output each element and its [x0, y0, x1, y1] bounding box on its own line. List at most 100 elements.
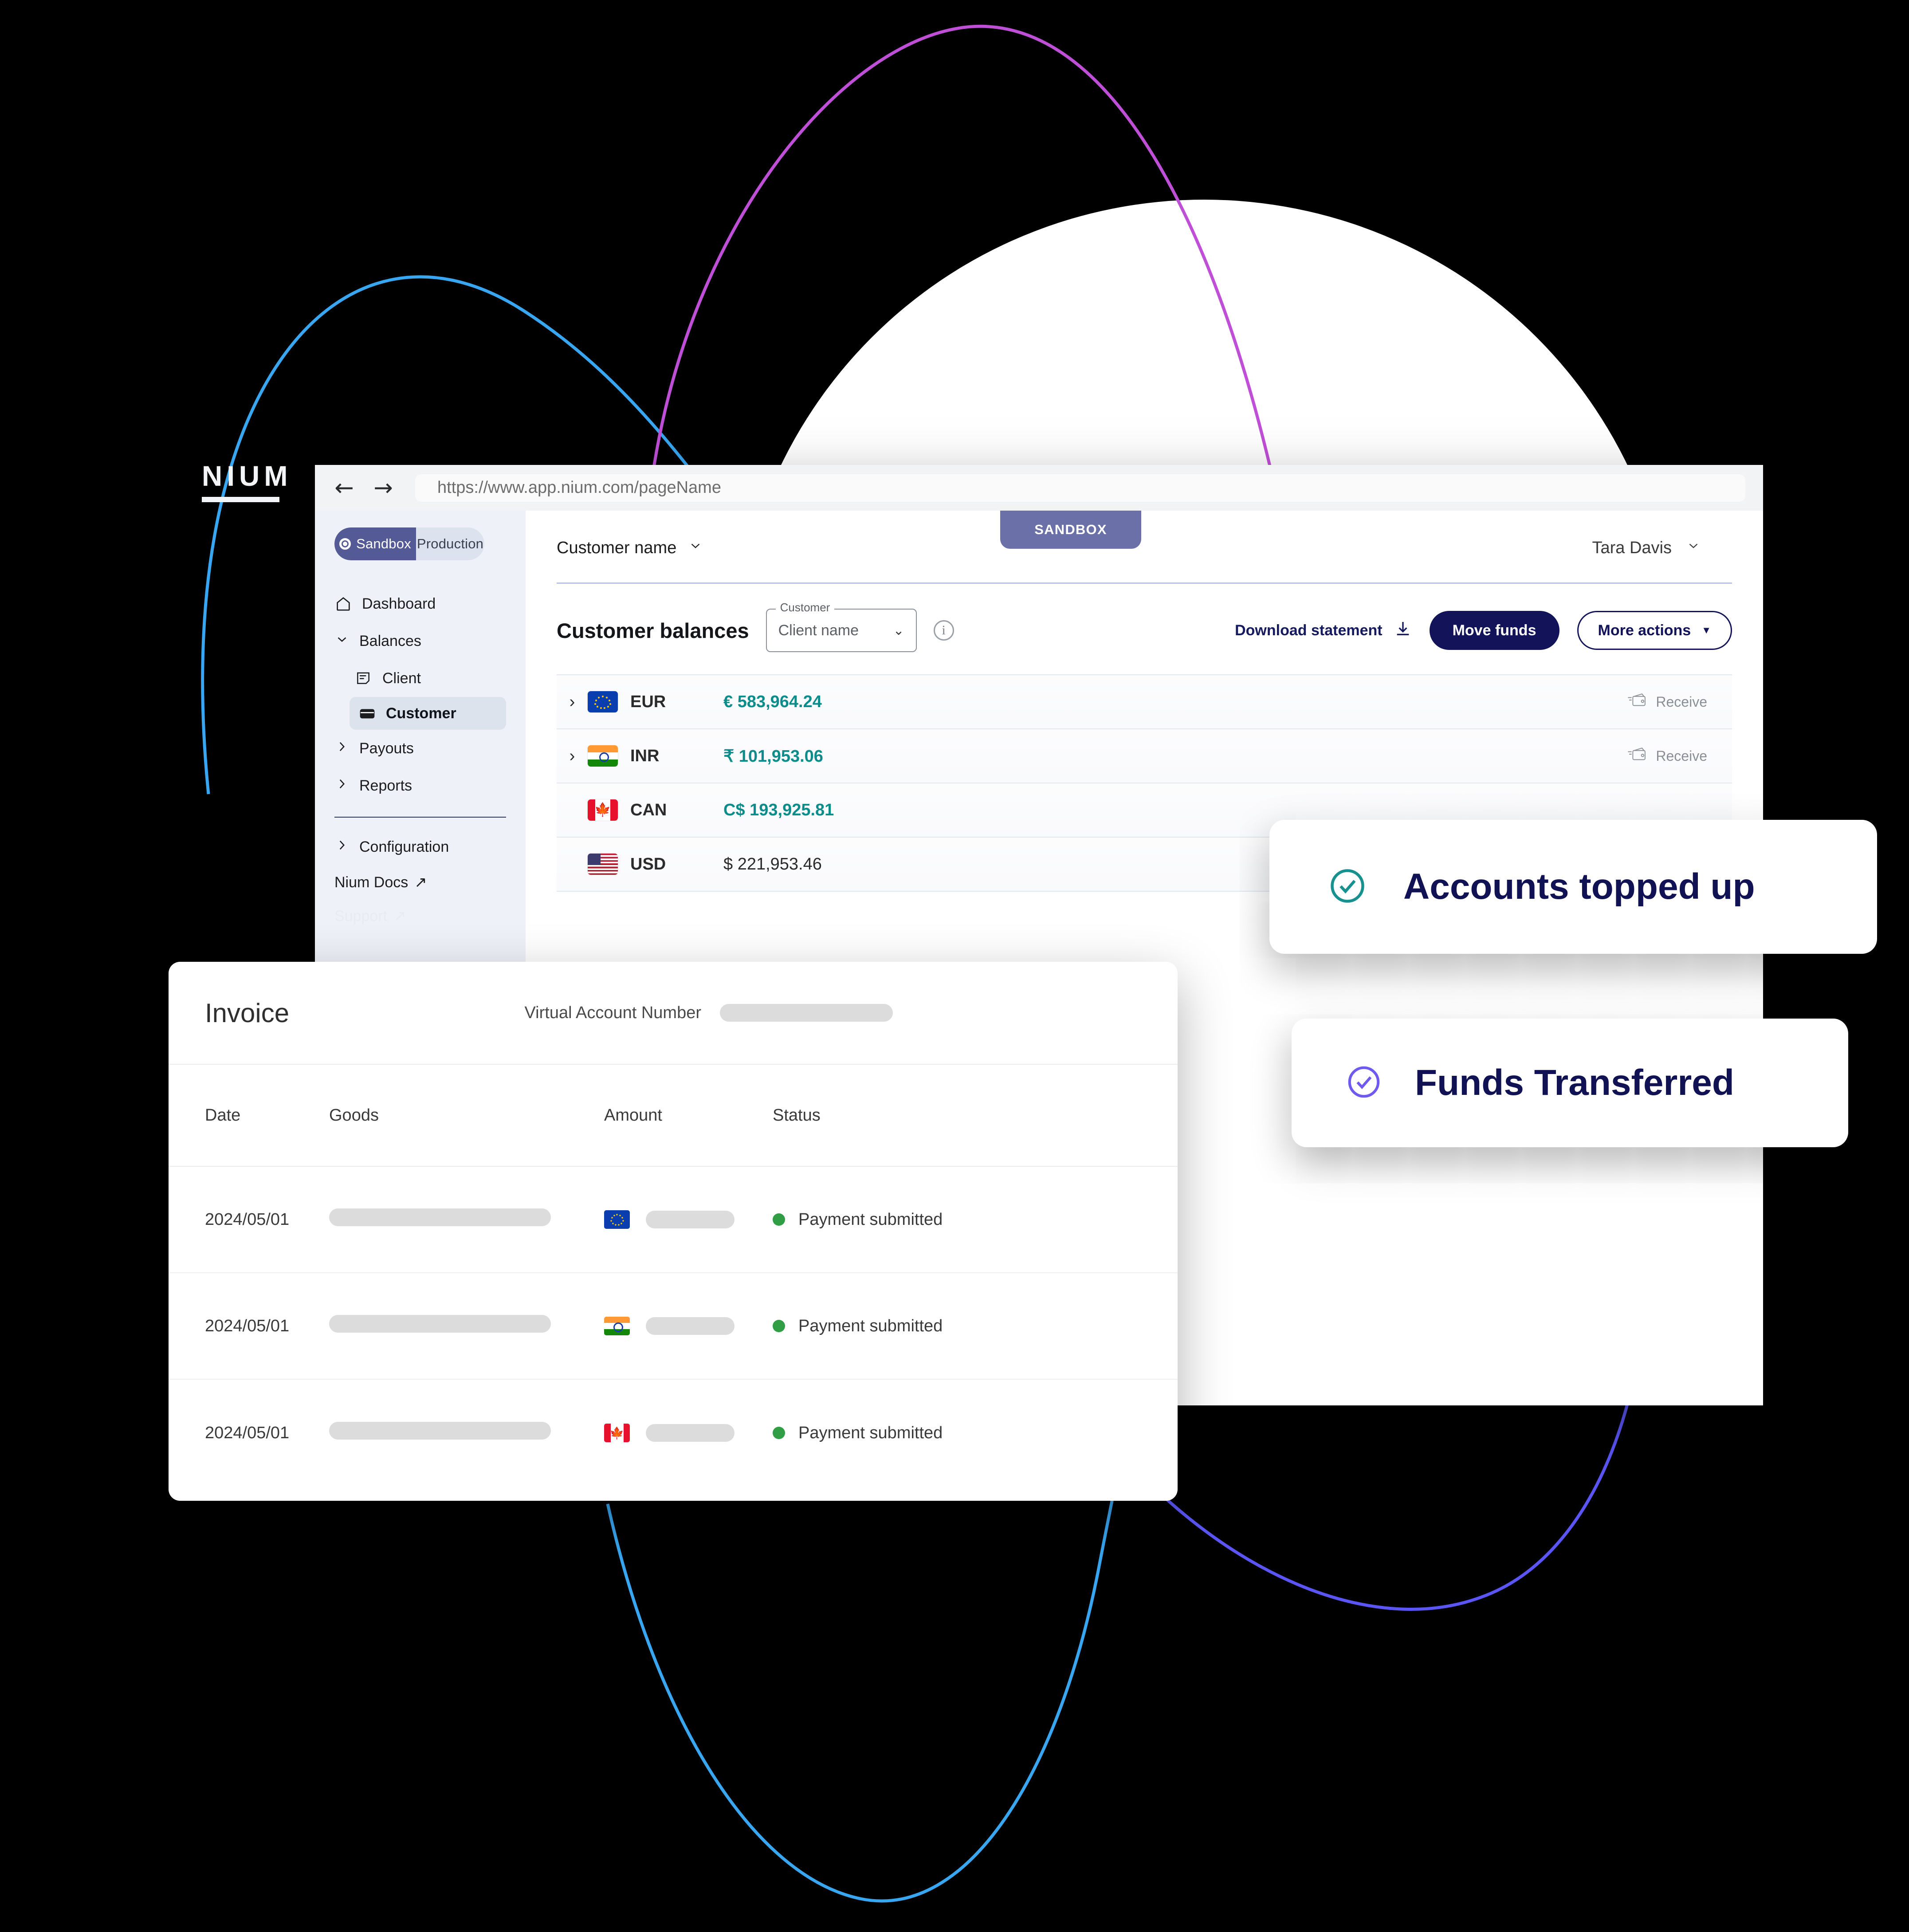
- sidebar-item-payouts[interactable]: Payouts: [315, 730, 526, 767]
- invoice-title: Invoice: [205, 998, 290, 1028]
- nium-watermark: NIUM: [202, 460, 292, 502]
- more-actions-button[interactable]: More actions ▼: [1577, 611, 1732, 650]
- customer-select-legend: Customer: [775, 601, 835, 614]
- customer-name-dropdown[interactable]: Customer name: [557, 538, 703, 558]
- env-production-label: Production: [416, 536, 484, 551]
- sidebar-link-nium-docs[interactable]: Nium Docs ↗: [315, 866, 526, 899]
- sidebar-link-label: Support: [334, 907, 388, 925]
- url-bar[interactable]: https://www.app.nium.com/pageName: [415, 474, 1745, 502]
- eu-flag-icon: [588, 691, 618, 712]
- sidebar-item-configuration[interactable]: Configuration: [315, 828, 526, 866]
- nium-watermark-bar: [202, 497, 280, 502]
- expand-row-icon[interactable]: ›: [557, 693, 588, 712]
- sidebar-link-support[interactable]: Support ↗: [315, 899, 526, 933]
- home-icon: [334, 595, 352, 613]
- chevron-down-icon: [334, 632, 350, 651]
- sidebar-item-balances[interactable]: Balances: [315, 622, 526, 660]
- table-row[interactable]: › INR ₹ 101,953.06 Receive: [557, 729, 1732, 783]
- in-flag-icon: [588, 745, 618, 767]
- balances-actions: Download statement Move funds More actio…: [1235, 611, 1732, 650]
- table-row[interactable]: 2024/05/01 Payment submitted: [169, 1273, 1178, 1380]
- customer-select[interactable]: Customer Client name ⌄: [766, 601, 917, 652]
- table-row[interactable]: 2024/05/01 🍁 Payment submitted: [169, 1380, 1178, 1486]
- chevron-right-icon: [334, 838, 350, 857]
- table-row[interactable]: › EUR € 583,964.24 Receive: [557, 675, 1732, 729]
- virtual-account-number-label: Virtual Account Number: [524, 1003, 702, 1022]
- balance-amount: ₹ 101,953.06: [723, 747, 823, 766]
- receive-button[interactable]: Receive: [1627, 693, 1707, 711]
- download-statement-button[interactable]: Download statement: [1235, 620, 1411, 641]
- chevron-down-icon: [1686, 538, 1701, 558]
- expand-row-icon[interactable]: ›: [557, 747, 588, 766]
- invoice-status: Payment submitted: [798, 1423, 943, 1442]
- sidebar-item-reports[interactable]: Reports: [315, 767, 526, 804]
- virtual-account-number: Virtual Account Number: [525, 1003, 1142, 1023]
- column-header-goods: Goods: [329, 1106, 379, 1125]
- download-statement-label: Download statement: [1235, 622, 1383, 639]
- chevron-down-icon: ⌄: [893, 623, 904, 638]
- balance-amount: C$ 193,925.81: [723, 800, 834, 819]
- env-option-production[interactable]: Production: [416, 527, 484, 560]
- move-funds-button[interactable]: Move funds: [1429, 611, 1559, 650]
- ca-flag-icon: 🍁: [604, 1424, 630, 1442]
- sidebar-item-label: Payouts: [359, 740, 414, 757]
- arrow-right-icon[interactable]: →: [372, 476, 395, 500]
- goods-placeholder: [329, 1422, 551, 1440]
- table-row[interactable]: 2024/05/01 Payment submitted: [169, 1167, 1178, 1273]
- sidebar-item-label: Balances: [359, 632, 421, 649]
- environment-toggle[interactable]: Sandbox Production: [334, 527, 484, 560]
- invoice-status: Payment submitted: [798, 1316, 943, 1335]
- toast-label: Accounts topped up: [1403, 866, 1755, 907]
- page-title: Customer balances: [557, 618, 749, 642]
- amount-placeholder: [646, 1424, 735, 1442]
- amount-placeholder: [646, 1317, 735, 1335]
- wallet-receive-icon: [1627, 747, 1647, 765]
- toast-funds-transferred: Funds Transferred: [1292, 1019, 1848, 1147]
- virtual-account-number-value-placeholder: [720, 1004, 893, 1022]
- customer-name-label: Customer name: [557, 538, 677, 557]
- balance-amount: $ 221,953.46: [723, 854, 822, 874]
- arrow-left-icon[interactable]: ←: [333, 476, 356, 500]
- balance-amount: € 583,964.24: [723, 692, 822, 711]
- user-menu[interactable]: Tara Davis: [1592, 538, 1701, 558]
- currency-code: USD: [630, 854, 666, 874]
- env-sandbox-label: Sandbox: [356, 536, 411, 551]
- invoice-header: Invoice Virtual Account Number: [169, 962, 1178, 1065]
- caret-down-icon: ▼: [1701, 625, 1711, 636]
- sidebar-item-dashboard[interactable]: Dashboard: [315, 585, 526, 622]
- wallet-icon: [358, 704, 376, 722]
- sidebar-divider: [334, 817, 506, 818]
- sidebar-item-label: Configuration: [359, 838, 449, 855]
- currency-code: EUR: [630, 692, 666, 711]
- status-dot-icon: [773, 1320, 785, 1332]
- sidebar-item-client[interactable]: Client: [315, 660, 526, 697]
- external-link-icon: ↗: [414, 874, 427, 891]
- browser-toolbar: ← → https://www.app.nium.com/pageName: [315, 465, 1763, 511]
- goods-placeholder: [329, 1208, 551, 1226]
- sidebar-item-label: Client: [382, 669, 421, 687]
- check-circle-icon: [1345, 1063, 1383, 1103]
- sandbox-badge-label: SANDBOX: [1034, 522, 1107, 537]
- sidebar-link-label: Nium Docs: [334, 874, 409, 891]
- currency-code: INR: [630, 746, 660, 765]
- toast-label: Funds Transferred: [1415, 1062, 1734, 1103]
- move-funds-label: Move funds: [1452, 622, 1536, 639]
- status-dot-icon: [773, 1427, 785, 1439]
- goods-placeholder: [329, 1315, 551, 1333]
- toast-accounts-topped-up: Accounts topped up: [1269, 820, 1877, 954]
- env-option-sandbox[interactable]: Sandbox: [334, 527, 416, 560]
- invoice-date: 2024/05/01: [205, 1210, 290, 1229]
- url-text: https://www.app.nium.com/pageName: [437, 478, 721, 497]
- wallet-receive-icon: [1627, 693, 1647, 711]
- sidebar-item-customer[interactable]: Customer: [350, 697, 506, 730]
- sidebar-item-label: Dashboard: [362, 595, 436, 612]
- invoice-date: 2024/05/01: [205, 1423, 290, 1442]
- radio-selected-icon: [339, 538, 351, 550]
- more-actions-label: More actions: [1598, 622, 1691, 639]
- info-icon[interactable]: i: [933, 620, 954, 641]
- receive-button[interactable]: Receive: [1627, 747, 1707, 765]
- main-top-bar: Customer name Tara Davis: [557, 511, 1732, 562]
- invoice-card: Invoice Virtual Account Number Date Good…: [169, 962, 1178, 1501]
- currency-code: CAN: [630, 800, 667, 819]
- status-badge: SANDBOX: [1000, 511, 1141, 549]
